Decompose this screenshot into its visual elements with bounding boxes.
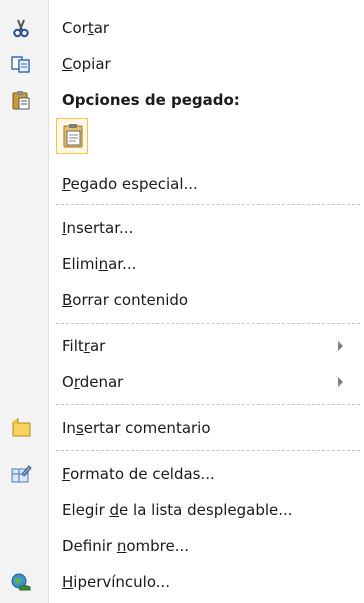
define-name-menu-item[interactable]: Definir nombre... [0,528,364,564]
clipboard-icon [10,90,32,110]
paste-special-label: Pegado especial... [62,175,198,193]
clear-contents-label: Borrar contenido [62,291,189,309]
chevron-right-icon [338,377,343,387]
format-cells-menu-item[interactable]: Formato de celdas... [0,456,364,492]
paste-options-label: Opciones de pegado: [62,91,240,109]
clear-contents-menu-item[interactable]: Borrar contenido [0,282,364,318]
pick-from-list-label: Elegir de la lista desplegable... [62,501,293,519]
paste-special-menu-item[interactable]: Pegado especial... [0,166,364,202]
delete-label: Eliminar... [62,255,137,273]
pick-from-list-menu-item[interactable]: Elegir de la lista desplegable... [0,492,364,528]
scissors-icon [10,18,32,38]
insert-comment-label: Insertar comentario [62,419,211,437]
hyperlink-menu-item[interactable]: Hipervínculo... [0,564,364,600]
insert-label: Insertar... [62,219,134,237]
sort-label: Ordenar [62,373,124,391]
paste-options-header: Opciones de pegado: [0,82,364,118]
chevron-right-icon [338,341,343,351]
comment-icon [10,417,32,438]
paste-button[interactable] [56,118,88,154]
insert-menu-item[interactable]: Insertar... [0,210,364,246]
sort-menu-item[interactable]: Ordenar [0,364,364,400]
copy-icon [10,54,32,74]
separator [56,204,360,205]
context-menu: Cortar Copiar Opciones de pegado: Pegado… [0,0,364,603]
format-cells-icon [10,464,32,484]
separator [56,323,360,324]
separator [56,450,360,451]
hyperlink-icon [10,572,32,592]
cut-label: Cortar [62,19,110,37]
paste-icon [62,123,84,153]
cut-menu-item[interactable]: Cortar [0,10,364,46]
copy-label: Copiar [62,55,111,73]
separator [56,404,360,405]
filter-menu-item[interactable]: Filtrar [0,328,364,364]
define-name-label: Definir nombre... [62,537,190,555]
filter-label: Filtrar [62,337,106,355]
format-cells-label: Formato de celdas... [62,465,215,483]
hyperlink-label: Hipervínculo... [62,573,171,591]
insert-comment-menu-item[interactable]: Insertar comentario [0,410,364,446]
copy-menu-item[interactable]: Copiar [0,46,364,82]
delete-menu-item[interactable]: Eliminar... [0,246,364,282]
